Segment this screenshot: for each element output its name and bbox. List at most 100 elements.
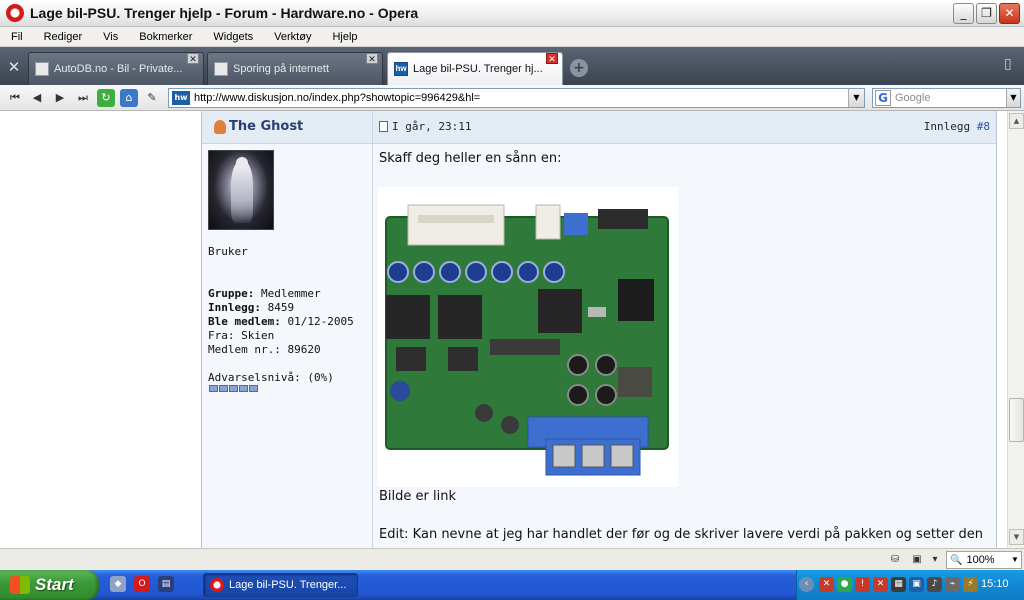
maximize-button[interactable]: ❐ [976, 3, 997, 24]
chevron-down-icon[interactable]: ▼ [848, 89, 864, 107]
page-content: The Ghost I går, 23:11 Innlegg #8 Bruker… [0, 111, 1007, 548]
psu-board-image[interactable] [378, 187, 678, 487]
joined-label: Ble medlem: [208, 315, 281, 328]
member-title: Bruker [208, 245, 248, 258]
quicklaunch-app-icon[interactable]: ▤ [158, 576, 174, 592]
taskbar-opera-window[interactable]: Lage bil-PSU. Trenger... [203, 573, 358, 597]
tab-sporing[interactable]: Sporing på internett ✕ [207, 52, 383, 85]
post-number: Innlegg #8 [924, 120, 990, 133]
scroll-down-icon[interactable]: ▼ [1009, 529, 1024, 545]
scroll-up-icon[interactable]: ▲ [1009, 113, 1024, 129]
title-bar: Lage bil-PSU. Trenger hjelp - Forum - Ha… [0, 0, 1024, 27]
rewind-icon[interactable]: ⏮ [6, 89, 24, 107]
post-number-link[interactable]: #8 [977, 120, 990, 133]
menu-vis[interactable]: Vis [92, 31, 128, 43]
menu-bokmerker[interactable]: Bokmerker [128, 31, 202, 43]
scroll-thumb[interactable] [1009, 398, 1024, 442]
post-header: The Ghost I går, 23:11 Innlegg #8 [202, 111, 996, 144]
tab-close-icon[interactable]: ✕ [366, 53, 378, 64]
author-name[interactable]: The Ghost [229, 119, 303, 134]
search-field[interactable]: G Google ▼ [872, 88, 1021, 108]
windows-flag-icon [10, 576, 30, 594]
quicklaunch-desktop-icon[interactable]: ◆ [110, 576, 126, 592]
menu-fil[interactable]: Fil [0, 31, 33, 43]
home-icon[interactable]: ⌂ [120, 89, 138, 107]
profile-joined: Ble medlem: 01/12-2005 [208, 315, 354, 328]
profile-warning[interactable]: Advarselsnivå: (0%) [208, 371, 334, 384]
tray-network-icon[interactable]: ✕ [819, 577, 834, 592]
minimize-button[interactable]: _ [953, 3, 974, 24]
post-intro: Skaff deg heller en sånn en: [379, 151, 562, 166]
start-button[interactable]: Start [0, 570, 99, 600]
magnifier-icon: 🔍 [950, 554, 963, 566]
warn-box [249, 385, 258, 392]
tray-security-icon[interactable]: ● [837, 577, 852, 592]
trash-icon[interactable]: ▯ [1004, 56, 1018, 76]
tray-power-icon[interactable]: ⚡ [963, 577, 978, 592]
tray-app-icon[interactable]: ▦ [891, 577, 906, 592]
google-icon[interactable]: G [875, 90, 891, 106]
tab-close-icon[interactable]: ✕ [187, 53, 199, 64]
camera-icon[interactable]: ▣ [910, 553, 924, 567]
menu-widgets[interactable]: Widgets [202, 31, 263, 43]
tray-monitor-icon[interactable]: ▣ [909, 577, 924, 592]
menu-hjelp[interactable]: Hjelp [321, 31, 367, 43]
address-toolbar: ⏮ ◀ ▶ ⏭ ↻ ⌂ ✎ hw http://www.diskusjon.no… [0, 85, 1024, 111]
quicklaunch-opera-icon[interactable]: O [134, 576, 150, 592]
tab-lage-bil-psu[interactable]: hw Lage bil-PSU. Trenger hj... ✕ [387, 52, 563, 85]
group-label: Gruppe: [208, 287, 255, 300]
profile-group: Gruppe: Medlemmer [208, 287, 321, 300]
warn-box [229, 385, 238, 392]
url-text[interactable]: http://www.diskusjon.no/index.php?showto… [194, 92, 480, 104]
site-favicon-icon: hw [172, 91, 190, 105]
post-author[interactable]: The Ghost [214, 119, 303, 134]
tab-label: Sporing på internett [233, 63, 330, 75]
menu-rediger[interactable]: Rediger [33, 31, 93, 43]
image-caption: Bilde er link [379, 489, 456, 504]
opera-logo-icon [6, 4, 24, 22]
reload-icon[interactable]: ↻ [97, 89, 115, 107]
group-value: Medlemmer [260, 287, 321, 300]
posts-label: Innlegg: [208, 301, 261, 314]
post-edit-text: Edit: Kan nevne at jeg har handlet der f… [379, 527, 983, 542]
tray-volume-icon[interactable]: ♪ [927, 577, 942, 592]
chevron-down-icon[interactable]: ▾ [928, 553, 942, 567]
warn-box [219, 385, 228, 392]
tools-icon[interactable]: ✕ [2, 55, 26, 79]
warn-box [209, 385, 218, 392]
window-controls: _ ❐ ✕ [953, 3, 1020, 24]
tab-label: AutoDB.no - Bil - Private... [54, 63, 183, 75]
tab-autodb[interactable]: AutoDB.no - Bil - Private... ✕ [28, 52, 204, 85]
opera-icon [210, 578, 224, 592]
speed-dial-icon[interactable]: ⛁ [888, 553, 902, 567]
edit-icon[interactable]: ✎ [143, 89, 161, 107]
menu-verktoy[interactable]: Verktøy [263, 31, 321, 43]
tray-alert-icon[interactable]: ! [855, 577, 870, 592]
profile-posts: Innlegg: 8459 [208, 301, 294, 314]
user-icon [214, 119, 226, 134]
joined-value: 01/12-2005 [287, 315, 354, 328]
clock: 15:10 [981, 578, 1009, 590]
tray-arrow-icon[interactable]: ‹ [799, 577, 814, 592]
chevron-down-icon[interactable]: ▼ [1009, 552, 1021, 568]
tray-shield-icon[interactable]: ✕ [873, 577, 888, 592]
back-icon[interactable]: ◀ [28, 89, 46, 107]
fast-forward-icon[interactable]: ⏭ [74, 89, 92, 107]
tab-bar: ✕ AutoDB.no - Bil - Private... ✕ Sporing… [0, 47, 1024, 85]
close-button[interactable]: ✕ [999, 3, 1020, 24]
avatar [208, 150, 274, 230]
post-icon [379, 121, 388, 132]
tray-usb-icon[interactable]: ⌁ [945, 577, 960, 592]
tab-close-icon[interactable]: ✕ [546, 53, 558, 64]
zoom-control[interactable]: 🔍 100% ▼ [946, 551, 1022, 569]
new-tab-icon[interactable]: + [570, 59, 588, 77]
zoom-value: 100% [966, 554, 995, 566]
page-icon [35, 62, 49, 76]
task-label: Lage bil-PSU. Trenger... [229, 579, 347, 591]
post-date-text: I går, 23:11 [392, 120, 472, 133]
forward-icon[interactable]: ▶ [51, 89, 69, 107]
chevron-down-icon[interactable]: ▼ [1006, 89, 1020, 107]
address-field[interactable]: hw http://www.diskusjon.no/index.php?sho… [168, 88, 865, 108]
vertical-scrollbar[interactable]: ▲ ▼ [1007, 111, 1024, 548]
posts-value: 8459 [267, 301, 295, 314]
